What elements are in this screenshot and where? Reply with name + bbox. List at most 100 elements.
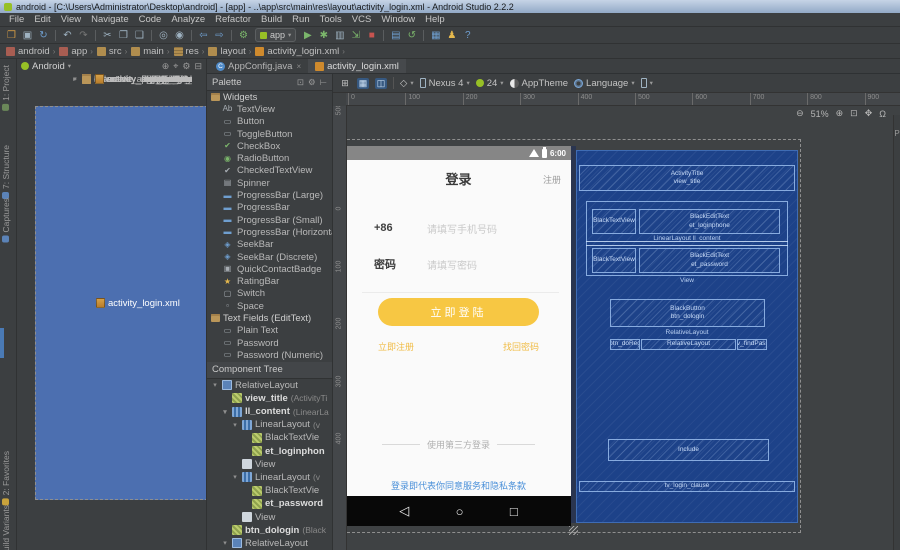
menu-item[interactable]: Analyze (166, 14, 210, 25)
tree-arrow-icon[interactable]: ▾ (221, 539, 229, 547)
component-tree-row[interactable]: ▾ LinearLayout (v (207, 471, 332, 484)
show-design-icon[interactable]: ⊞ (339, 78, 351, 89)
breadcrumb-item[interactable]: activity_login.xml › (255, 46, 344, 57)
run-icon[interactable]: ▶ (300, 29, 315, 42)
copy-icon[interactable]: ❐ (116, 29, 131, 42)
palette-item[interactable]: ▬ ProgressBar (207, 202, 332, 214)
component-tree-row[interactable]: View (207, 510, 332, 523)
breadcrumb-item[interactable]: app › (59, 46, 93, 57)
sync-icon[interactable]: ↻ (36, 29, 51, 42)
blueprint-blacktextview-1[interactable]: BlackTextView (592, 209, 636, 234)
login-button[interactable]: 立即登陆 (378, 298, 539, 326)
undo-icon[interactable]: ↶ (60, 29, 75, 42)
palette-item[interactable]: ▤ Spinner (207, 177, 332, 189)
phone-number-row[interactable]: +86 请填写手机号码 (364, 222, 557, 234)
gear-icon[interactable]: ⚙ (308, 77, 316, 88)
design-canvas[interactable]: 0100200300400500 ⊖ 51% ⊕ ⊡ ✥ Ω (333, 106, 900, 550)
cut-icon[interactable]: ✂ (100, 29, 115, 42)
component-tree-row[interactable]: BlackTextVie (207, 484, 332, 497)
palette-item[interactable]: ▭ Plain Text (207, 325, 332, 337)
home-nav-icon[interactable]: ○ (456, 504, 464, 519)
palette-group-textfields[interactable]: Text Fields (EditText) (207, 312, 332, 324)
tool-window-structure[interactable]: 7: Structure (1, 145, 11, 199)
debug-icon[interactable]: ✱ (316, 29, 331, 42)
tree-arrow-icon[interactable]: ▾ (231, 473, 239, 481)
palette-item[interactable]: ▭ Password (207, 337, 332, 349)
notifications-bell-icon[interactable]: Ω (879, 109, 886, 119)
phone-input-placeholder[interactable]: 请填写手机号码 (427, 222, 497, 234)
register-link[interactable]: 注册 (543, 173, 561, 186)
palette-item[interactable]: ▭ Password (Numeric) (207, 349, 332, 361)
blueprint-blacktextview-2[interactable]: BlackTextView (592, 248, 636, 273)
blueprint-btn-doreg[interactable]: btn_doReg (610, 339, 640, 350)
replace-icon[interactable]: ◉ (172, 29, 187, 42)
palette-item[interactable]: ▬ ProgressBar (Small) (207, 214, 332, 226)
tab-appconfig-java[interactable]: C AppConfig.java × (209, 59, 308, 73)
tree-arrow-icon[interactable]: ▾ (231, 421, 239, 429)
palette-item[interactable]: ✔ CheckedTextView (207, 165, 332, 177)
target-device-select[interactable]: ▾ (641, 78, 653, 88)
tool-window-project[interactable]: 1: Project (1, 65, 11, 111)
component-tree-row[interactable]: BlackTextVie (207, 431, 332, 444)
theme-select[interactable]: AppTheme (510, 78, 568, 89)
menu-item[interactable]: Tools (315, 14, 347, 25)
back-nav-icon[interactable]: ◁ (399, 503, 409, 519)
recents-nav-icon[interactable]: □ (510, 504, 518, 519)
blueprint-view[interactable]: ActivityTitleview_title BlackTextView Bl… (576, 150, 798, 523)
separator[interactable] (95, 30, 96, 41)
blueprint-view-title[interactable]: ActivityTitleview_title (579, 165, 795, 191)
tool-window-favorites[interactable]: 2: Favorites (1, 451, 11, 505)
tab-activity-login-xml[interactable]: activity_login.xml (308, 59, 406, 73)
component-tree-row[interactable]: ▾ LinearLayout (v (207, 418, 332, 431)
blueprint-mode-icon[interactable]: ◫ (375, 78, 387, 89)
save-icon[interactable]: ▣ (20, 29, 35, 42)
api-version-select[interactable]: 24▾ (476, 78, 504, 89)
zoom-in-icon[interactable]: ⊕ (836, 108, 844, 119)
stop-icon[interactable]: ■ (364, 29, 379, 42)
separator[interactable] (55, 30, 56, 41)
separator[interactable] (231, 30, 232, 41)
tree-arrow-icon[interactable]: ▾ (221, 408, 229, 416)
forward-icon[interactable]: ⇨ (212, 29, 227, 42)
palette-item[interactable]: ▬ ProgressBar (Horizontal) (207, 226, 332, 238)
menu-item[interactable]: VCS (347, 14, 377, 25)
separator[interactable] (191, 30, 192, 41)
zoom-out-icon[interactable]: ⊖ (796, 108, 804, 119)
palette-item[interactable]: ◈ SeekBar (207, 239, 332, 251)
breadcrumb-item[interactable]: android › (6, 46, 55, 57)
build-icon[interactable]: ⚙ (236, 29, 251, 42)
component-tree-row[interactable]: btn_dologin (Black (207, 524, 332, 537)
palette-item[interactable]: Ab TextView (207, 103, 332, 115)
separator[interactable] (151, 30, 152, 41)
design-preview-phone[interactable]: 6:00 登录 注册 +86 请填写手机号码 密码 (346, 146, 571, 526)
avd-manager-icon[interactable]: ♟ (444, 29, 459, 42)
tree-arrow-icon[interactable]: ▾ (211, 381, 219, 389)
hide-panel-icon[interactable]: ⊢ (320, 77, 327, 88)
tool-window-captures[interactable]: Captures (1, 198, 11, 243)
breadcrumb-item[interactable]: main › (131, 46, 169, 57)
register-now-link[interactable]: 立即注册 (378, 340, 414, 353)
language-select[interactable]: Language▾ (574, 78, 635, 89)
component-tree-row[interactable]: view_title (ActivityTi (207, 392, 332, 405)
blueprint-tv-findpass[interactable]: tv_findPass (737, 339, 767, 350)
breadcrumb-item[interactable]: src › (97, 46, 127, 57)
blueprint-tv-login-clause[interactable]: tv_login_clause (579, 481, 795, 492)
separator[interactable] (383, 30, 384, 41)
component-tree-row[interactable]: et_password (207, 497, 332, 510)
design-mode-icon[interactable]: ▦ (357, 78, 369, 89)
blueprint-include[interactable]: Include (608, 439, 769, 461)
redo-icon[interactable]: ↷ (76, 29, 91, 42)
agreement-link[interactable]: 登录即代表你同意服务和隐私条款 (346, 479, 571, 492)
blueprint-et-password[interactable]: BlackEditTextet_password (639, 248, 780, 273)
gradle-sync-icon[interactable]: ↺ (404, 29, 419, 42)
palette-item[interactable]: ▬ ProgressBar (Large) (207, 189, 332, 201)
component-tree-row[interactable]: View (207, 458, 332, 471)
component-tree-row[interactable]: ▾ ll_content (LinearLa (207, 405, 332, 418)
blueprint-relativelayout-row[interactable]: RelativeLayout (641, 339, 736, 350)
menu-item[interactable]: Help (420, 14, 450, 25)
gear-icon[interactable]: ⚙ (182, 61, 190, 72)
android-monitor-icon[interactable]: ▤ (388, 29, 403, 42)
orientation-select[interactable]: ◇▾ (400, 78, 414, 89)
zoom-fit-icon[interactable]: ⊡ (850, 108, 858, 119)
component-tree-row[interactable]: et_loginphon (207, 444, 332, 457)
